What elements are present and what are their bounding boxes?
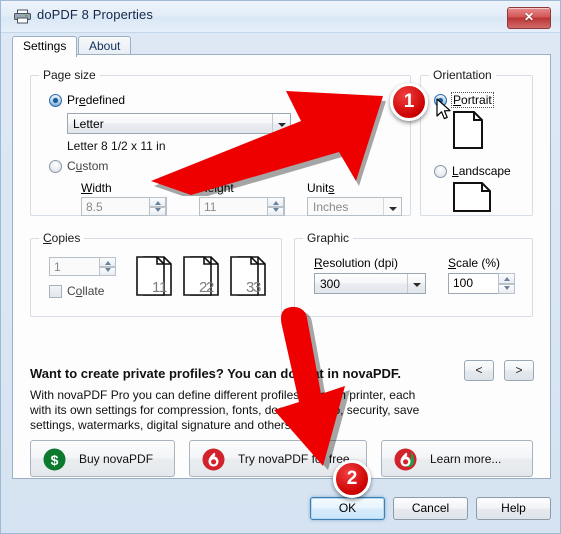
buy-novapdf-label: Buy novaPDF xyxy=(79,452,154,466)
units-label: Units xyxy=(307,181,335,195)
printer-icon xyxy=(14,9,31,24)
svg-text:$: $ xyxy=(51,452,59,468)
svg-text:2: 2 xyxy=(199,279,207,296)
settings-tab-page: Page size Predefined Letter Letter 8 1/2… xyxy=(12,54,551,479)
predefined-page-size-combobox[interactable]: Letter xyxy=(67,113,291,134)
novapdf-drop-icon xyxy=(202,448,225,471)
width-stepper[interactable] xyxy=(149,197,166,216)
help-button[interactable]: Help xyxy=(476,497,551,520)
promo-next-button[interactable]: > xyxy=(504,360,534,381)
predefined-radio[interactable] xyxy=(49,94,62,107)
resolution-label: Resolution (dpi) xyxy=(314,256,399,270)
svg-text:3: 3 xyxy=(246,279,254,296)
chevron-down-icon xyxy=(383,198,401,215)
close-icon: ✕ xyxy=(523,10,535,24)
novapdf-drop-icon xyxy=(394,448,417,471)
height-stepper[interactable] xyxy=(267,197,284,216)
title-bar: doPDF 8 Properties ✕ xyxy=(1,1,560,33)
ok-button[interactable]: OK xyxy=(310,497,385,520)
tab-settings[interactable]: Settings xyxy=(12,36,78,57)
landscape-radio[interactable] xyxy=(434,165,447,178)
promo-body: With novaPDF Pro you can define differen… xyxy=(30,388,420,432)
height-label: Height xyxy=(199,181,234,195)
scale-label: Scale (%) xyxy=(448,256,501,270)
units-combobox[interactable]: Inches xyxy=(307,197,402,216)
window-title: doPDF 8 Properties xyxy=(37,7,153,22)
cancel-button[interactable]: Cancel xyxy=(393,497,468,520)
graphic-group-label: Graphic xyxy=(303,231,354,245)
orientation-group-label: Orientation xyxy=(429,68,496,82)
buy-novapdf-button[interactable]: $ Buy novaPDF xyxy=(30,440,175,477)
dopdf-properties-window: doPDF 8 Properties ✕ Settings About Page… xyxy=(0,0,561,534)
resolution-value: 300 xyxy=(320,277,341,291)
copies-group-label: Copies xyxy=(39,231,85,245)
tab-about[interactable]: About xyxy=(78,36,132,56)
page-dimensions-text: Letter 8 1/2 x 11 in xyxy=(67,139,166,153)
width-label: Width xyxy=(81,181,112,195)
learn-more-label: Learn more... xyxy=(430,452,502,466)
annotation-badge-1: 1 xyxy=(390,83,428,121)
orientation-group: Orientation Portrait Landscape xyxy=(420,68,533,216)
landscape-page-glyph xyxy=(453,182,491,212)
copies-stepper[interactable] xyxy=(99,257,116,276)
portrait-page-glyph xyxy=(453,111,483,149)
svg-text:1: 1 xyxy=(152,279,160,296)
copies-pages-icon: 11 22 33 xyxy=(136,256,266,296)
collate-checkbox[interactable] xyxy=(49,285,62,298)
custom-radio[interactable] xyxy=(49,160,62,173)
learn-more-button[interactable]: Learn more... xyxy=(381,440,533,477)
copies-group: Copies 1 Collate 11 22 33 xyxy=(30,231,282,317)
predefined-page-size-value: Letter xyxy=(73,117,104,131)
portrait-radio[interactable] xyxy=(434,94,447,107)
close-button[interactable]: ✕ xyxy=(507,7,551,29)
try-novapdf-label: Try novaPDF for free xyxy=(238,452,350,466)
portrait-label: Portrait xyxy=(451,92,494,108)
chevron-down-icon xyxy=(407,274,425,293)
graphic-group: Graphic Resolution (dpi) 300 Scale (%) 1… xyxy=(294,231,533,317)
landscape-label: Landscape xyxy=(452,164,511,178)
promo-prev-button[interactable]: < xyxy=(464,360,494,381)
chevron-down-icon xyxy=(272,114,290,133)
annotation-badge-2: 2 xyxy=(333,460,371,498)
page-size-group-label: Page size xyxy=(39,68,100,82)
tab-strip: Settings About xyxy=(12,36,551,57)
predefined-label: Predefined xyxy=(67,93,126,107)
dollar-circle-icon: $ xyxy=(43,448,66,471)
resolution-combobox[interactable]: 300 xyxy=(314,273,426,294)
page-size-group: Page size Predefined Letter Letter 8 1/2… xyxy=(30,68,411,216)
collate-label: Collate xyxy=(67,284,105,298)
promo-headline: Want to create private profiles? You can… xyxy=(30,366,402,381)
units-value: Inches xyxy=(313,200,349,214)
scale-stepper[interactable] xyxy=(498,273,515,294)
custom-label: Custom xyxy=(67,159,109,173)
